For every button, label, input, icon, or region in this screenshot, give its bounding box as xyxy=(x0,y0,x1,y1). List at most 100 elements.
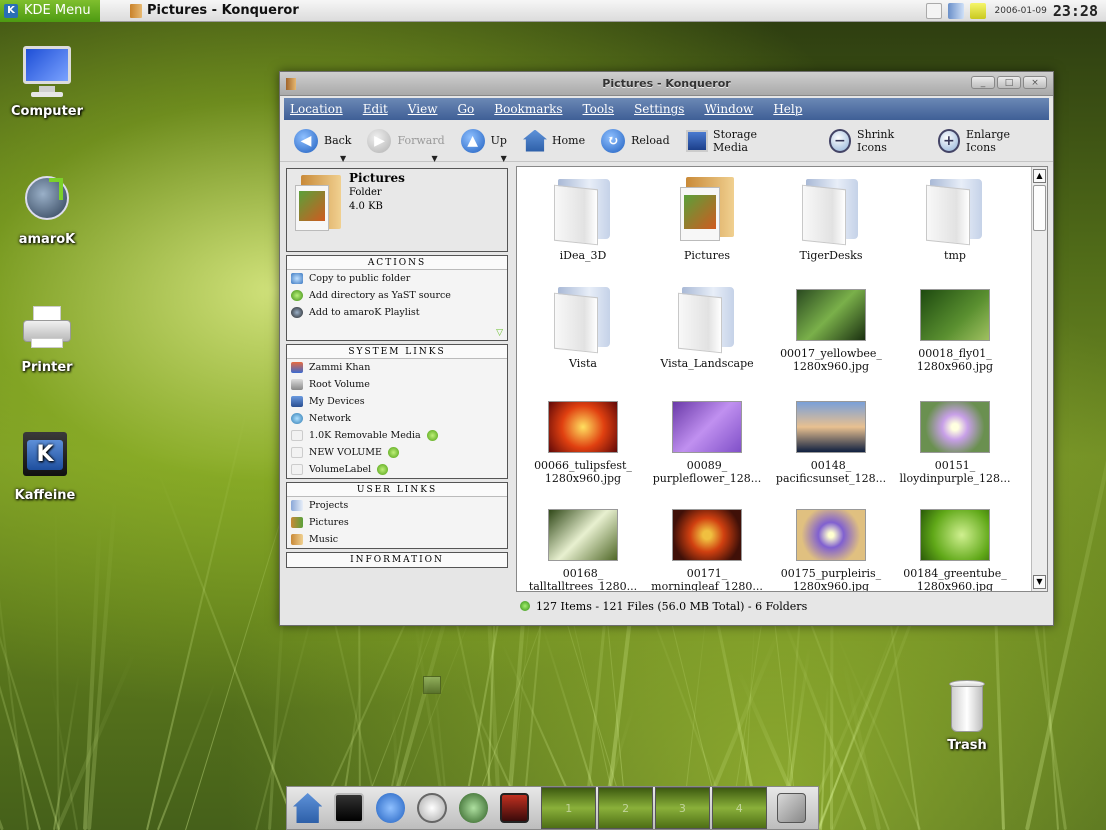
folder-item[interactable]: Pictures xyxy=(645,173,769,262)
back-history-dropdown[interactable]: ▼ xyxy=(340,154,346,163)
action-add-yast-source[interactable]: Add directory as YaST source xyxy=(287,287,507,304)
file-name-line1: iDea_3D xyxy=(559,249,607,262)
menu-view[interactable]: View xyxy=(408,102,438,116)
desktop-icon-label: Computer xyxy=(10,104,84,119)
up-label: Up xyxy=(490,134,507,147)
kde-menu-button[interactable]: K KDE Menu xyxy=(0,0,100,22)
image-file-item[interactable]: 00066_tulipsfest_ 1280x960.jpg xyxy=(521,401,645,485)
desktop-icon-printer[interactable]: Printer xyxy=(2,300,92,375)
clock[interactable]: 23:28 xyxy=(1053,2,1098,20)
taskbar-item-label: Pictures - Konqueror xyxy=(147,3,299,18)
volume-icon[interactable] xyxy=(947,2,964,19)
image-file-item[interactable]: 00089_ purpleflower_128... xyxy=(645,401,769,485)
folder-item[interactable]: Vista xyxy=(521,281,645,370)
up-history-dropdown[interactable]: ▼ xyxy=(501,154,507,163)
reload-button[interactable]: ↻ Reload xyxy=(601,128,670,153)
desktop-applet-icon[interactable] xyxy=(423,676,441,694)
image-thumbnail xyxy=(548,509,618,561)
volume-icon xyxy=(291,447,303,458)
link-pictures[interactable]: Pictures xyxy=(287,514,507,531)
network-status-icon[interactable] xyxy=(969,2,986,19)
link-projects[interactable]: Projects xyxy=(287,497,507,514)
link-new-volume[interactable]: NEW VOLUME xyxy=(287,444,507,461)
desktop-pager-4[interactable]: 4 xyxy=(711,787,767,829)
scroll-down-button[interactable]: ▼ xyxy=(1033,575,1046,589)
kde-icon[interactable] xyxy=(375,793,406,823)
file-name-line1: Vista xyxy=(569,357,597,370)
menu-window[interactable]: Window xyxy=(704,102,753,116)
menu-go[interactable]: Go xyxy=(457,102,474,116)
up-button[interactable]: ▲ Up ▼ xyxy=(460,128,507,163)
status-text: 127 Items - 121 Files (56.0 MB Total) - … xyxy=(536,599,808,613)
menu-bookmarks[interactable]: Bookmarks xyxy=(494,102,562,116)
shrink-icons-button[interactable]: − Shrink Icons xyxy=(828,128,922,154)
link-label: Zammi Khan xyxy=(309,362,371,373)
link-volume-label[interactable]: VolumeLabel xyxy=(287,461,507,478)
storage-media-button[interactable]: Storage Media xyxy=(685,128,789,154)
system-links-header: SYSTEM LINKS xyxy=(287,345,507,359)
edit-desktop-icon[interactable] xyxy=(776,793,807,823)
printer-icon xyxy=(19,300,75,356)
link-music[interactable]: Music xyxy=(287,531,507,548)
kde-logo-icon: K xyxy=(4,3,18,18)
link-my-devices[interactable]: My Devices xyxy=(287,393,507,410)
forward-history-dropdown[interactable]: ▼ xyxy=(431,154,437,163)
image-file-item[interactable]: 00171_ morningleaf_1280... xyxy=(645,509,769,591)
status-indicator-icon xyxy=(520,601,530,611)
image-file-item[interactable]: 00175_purpleiris_ 1280x960.jpg xyxy=(769,509,893,591)
window-icon[interactable] xyxy=(286,78,296,90)
menu-tools[interactable]: Tools xyxy=(583,102,615,116)
image-file-item[interactable]: 00184_greentube_ 1280x960.jpg xyxy=(893,509,1017,591)
desktop-icon-amarok[interactable]: amaroK xyxy=(2,172,92,247)
scrollbar-handle[interactable] xyxy=(1033,185,1046,231)
image-file-item[interactable]: 00017_yellowbee_ 1280x960.jpg xyxy=(769,289,893,373)
media-player-icon[interactable] xyxy=(499,793,530,823)
minimize-button[interactable]: _ xyxy=(971,76,995,89)
action-add-amarok-playlist[interactable]: Add to amaroK Playlist xyxy=(287,304,507,321)
link-removable-media[interactable]: 1.0K Removable Media xyxy=(287,427,507,444)
vertical-scrollbar[interactable]: ▲ ▼ xyxy=(1031,167,1047,591)
desktop-icon-kaffeine[interactable]: K Kaffeine xyxy=(0,428,90,503)
clipboard-icon[interactable] xyxy=(925,2,942,19)
window-titlebar[interactable]: Pictures - Konqueror _ □ × xyxy=(280,72,1053,96)
menu-location[interactable]: Location xyxy=(290,102,343,116)
folder-item[interactable]: TigerDesks xyxy=(769,173,893,262)
desktop-pager-3[interactable]: 3 xyxy=(655,787,710,829)
home-icon[interactable] xyxy=(293,793,323,823)
home-button[interactable]: Home xyxy=(522,129,585,152)
action-copy-public[interactable]: Copy to public folder xyxy=(287,270,507,287)
menu-settings[interactable]: Settings xyxy=(634,102,684,116)
file-view[interactable]: iDea_3D Pictures TigerDesks tmp Vista Vista_L… xyxy=(516,166,1048,592)
actions-header: ACTIONS xyxy=(287,256,507,270)
back-button[interactable]: ◀ Back ▼ xyxy=(294,128,351,163)
desktop-icon-label: amaroK xyxy=(18,232,76,247)
desktop-icon-trash[interactable]: Trash xyxy=(922,678,1012,753)
desktop-icon-computer[interactable]: Computer xyxy=(2,44,92,119)
menu-help[interactable]: Help xyxy=(773,102,802,116)
folder-item[interactable]: iDea_3D xyxy=(521,173,645,262)
menu-edit[interactable]: Edit xyxy=(363,102,388,116)
link-zammi-khan[interactable]: Zammi Khan xyxy=(287,359,507,376)
image-file-item[interactable]: 00168_ talltalltrees_1280... xyxy=(521,509,645,591)
link-network[interactable]: Network xyxy=(287,410,507,427)
information-header[interactable]: INFORMATION xyxy=(287,553,507,567)
maximize-button[interactable]: □ xyxy=(997,76,1021,89)
link-root-volume[interactable]: Root Volume xyxy=(287,376,507,393)
enlarge-icons-button[interactable]: + Enlarge Icons xyxy=(937,128,1037,154)
terminal-icon[interactable] xyxy=(334,793,364,823)
desktop-pager-1[interactable]: 1 xyxy=(541,787,597,829)
konqueror-browser-icon[interactable] xyxy=(417,793,447,823)
close-button[interactable]: × xyxy=(1023,76,1047,89)
amarok-icon[interactable] xyxy=(458,793,488,823)
scroll-up-button[interactable]: ▲ xyxy=(1033,169,1046,183)
image-file-item[interactable]: 00151_ lloydinpurple_128... xyxy=(893,401,1017,485)
forward-button[interactable]: ▶ Forward ▼ xyxy=(367,128,445,163)
image-file-item[interactable]: 00148_ pacificsunset_128... xyxy=(769,401,893,485)
desktop-pager-2[interactable]: 2 xyxy=(598,787,653,829)
image-file-item[interactable]: 00018_fly01_ 1280x960.jpg xyxy=(893,289,1017,373)
folder-item[interactable]: Vista_Landscape xyxy=(645,281,769,370)
taskbar-item-konqueror[interactable]: Pictures - Konqueror xyxy=(130,3,299,18)
file-name-line2: pacificsunset_128... xyxy=(775,472,887,485)
folder-item[interactable]: tmp xyxy=(893,173,1017,262)
expand-triangle-icon[interactable]: ▽ xyxy=(496,328,503,338)
